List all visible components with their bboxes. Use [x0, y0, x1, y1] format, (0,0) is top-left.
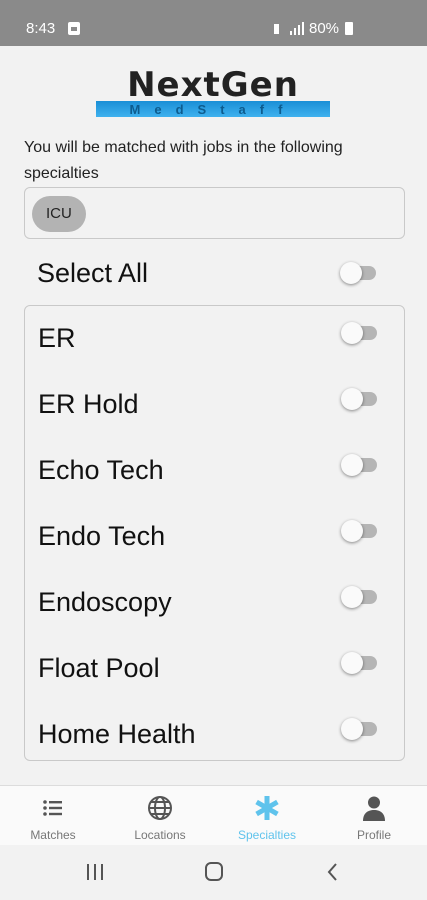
bottom-tab-bar: Matches Locations Specialties Profile [0, 785, 427, 845]
battery-percent: 80% [309, 20, 340, 37]
specialty-toggle[interactable] [341, 386, 379, 410]
system-nav-bar [0, 845, 427, 900]
specialty-label: Endo Tech [38, 521, 166, 551]
calendar-icon [68, 22, 80, 35]
signal-icon [274, 22, 304, 35]
nextgen-logo: NextGen MedStaff [96, 65, 330, 117]
selected-specialties: ICU [24, 187, 405, 239]
specialty-item-echo-tech[interactable]: Echo Tech [25, 438, 404, 504]
tab-label: Locations [134, 828, 186, 842]
logo-wordmark: NextGen [127, 65, 299, 105]
specialty-item-er-hold[interactable]: ER Hold [25, 372, 404, 438]
select-all-label: Select All [37, 258, 149, 288]
status-time: 8:43 [26, 20, 56, 37]
specialty-item-endo-tech[interactable]: Endo Tech [25, 504, 404, 570]
specialty-item-float-pool[interactable]: Float Pool [25, 636, 404, 702]
specialty-list: ER ER Hold Echo Tech Endo Tech Endoscopy… [24, 305, 405, 761]
specialty-item-endoscopy[interactable]: Endoscopy [25, 570, 404, 636]
chip-icu[interactable]: ICU [32, 196, 86, 232]
specialty-toggle[interactable] [341, 452, 379, 476]
person-icon [363, 796, 385, 821]
tab-specialties[interactable]: Specialties [214, 786, 320, 846]
specialty-toggle[interactable] [341, 518, 379, 542]
tab-locations[interactable]: Locations [107, 786, 213, 846]
specialty-label: ER Hold [38, 389, 139, 419]
specialty-label: Float Pool [38, 653, 160, 683]
recent-apps-icon[interactable] [80, 859, 110, 885]
globe-icon [148, 796, 172, 820]
tab-matches[interactable]: Matches [0, 786, 106, 846]
logo-banner: MedStaff [96, 101, 330, 117]
asterisk-icon [255, 796, 279, 820]
select-all-row[interactable]: Select All [24, 250, 405, 298]
select-all-toggle[interactable] [340, 260, 378, 284]
tab-label: Specialties [237, 828, 297, 842]
specialty-toggle[interactable] [341, 320, 379, 344]
specialty-label: Echo Tech [38, 455, 164, 485]
specialty-item-home-health[interactable]: Home Health [25, 702, 404, 768]
specialty-label: Endoscopy [38, 587, 172, 617]
tab-profile[interactable]: Profile [321, 786, 427, 846]
logo-subtext: MedStaff [129, 101, 297, 117]
tab-label: Matches [30, 828, 76, 842]
specialty-item-er[interactable]: ER [25, 306, 404, 372]
battery-icon [345, 22, 353, 35]
status-bar: 8:43 80% [0, 0, 427, 46]
tab-label: Profile [356, 828, 391, 842]
specialty-label: Home Health [38, 719, 196, 749]
list-icon [43, 800, 62, 816]
intro-text: You will be matched with jobs in the fol… [24, 139, 343, 182]
specialty-toggle[interactable] [341, 650, 379, 674]
back-icon[interactable] [318, 859, 348, 885]
specialty-label: ER [38, 323, 76, 353]
specialty-toggle[interactable] [341, 716, 379, 740]
home-icon[interactable] [199, 859, 229, 885]
specialty-toggle[interactable] [341, 584, 379, 608]
